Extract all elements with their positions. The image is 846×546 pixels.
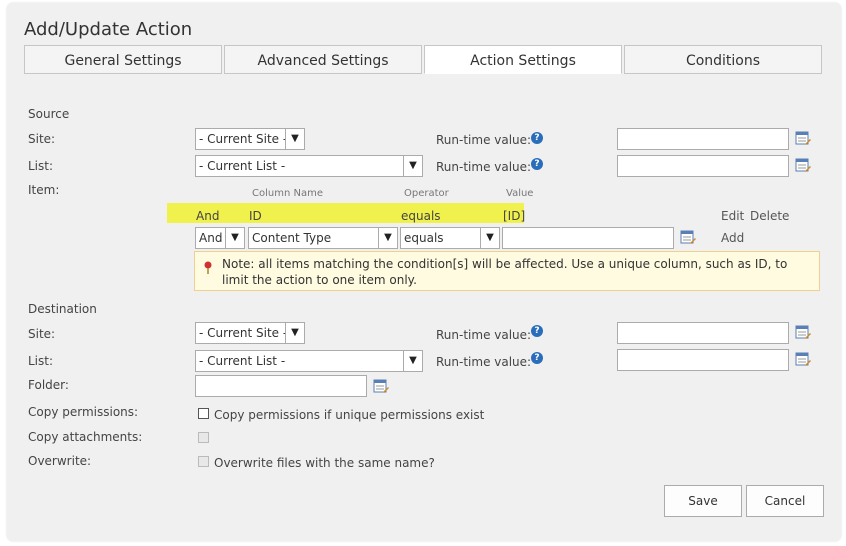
- folder-input[interactable]: [195, 375, 367, 397]
- source-list-runtime-input[interactable]: [617, 155, 789, 177]
- copy-attachments-checkbox[interactable]: [198, 432, 209, 443]
- new-condition-join-select[interactable]: And ▼: [195, 227, 245, 249]
- tab-bar: General Settings Advanced Settings Actio…: [24, 45, 824, 75]
- dialog-title: Add/Update Action: [24, 19, 193, 40]
- destination-heading: Destination: [28, 302, 97, 316]
- cancel-button[interactable]: Cancel: [746, 485, 824, 517]
- tab-general-settings[interactable]: General Settings: [24, 45, 222, 74]
- destination-list-runtime-input[interactable]: [617, 349, 789, 371]
- chevron-down-icon: ▼: [378, 228, 397, 248]
- help-icon[interactable]: ?: [531, 132, 543, 144]
- source-heading: Source: [28, 107, 70, 121]
- source-site-value: - Current Site -: [199, 132, 288, 146]
- condition-value: [ID]: [503, 209, 526, 223]
- source-list-select[interactable]: - Current List - ▼: [195, 155, 423, 177]
- chevron-down-icon: ▼: [403, 156, 422, 176]
- destination-list-select[interactable]: - Current List - ▼: [195, 350, 423, 372]
- operator-header: Operator: [404, 188, 449, 199]
- new-condition-column-value: Content Type: [252, 231, 332, 245]
- lookup-picker-icon[interactable]: [795, 157, 811, 173]
- source-list-value: - Current List -: [199, 159, 286, 173]
- lookup-picker-icon[interactable]: [680, 229, 696, 245]
- lookup-picker-icon[interactable]: [795, 351, 811, 367]
- destination-list-label: List:: [28, 354, 54, 368]
- chevron-down-icon: ▼: [225, 228, 244, 248]
- destination-list-value: - Current List -: [199, 354, 286, 368]
- new-condition-value-input[interactable]: [502, 227, 674, 249]
- source-list-runtime-label: Run-time value:: [436, 160, 532, 174]
- delete-condition-link[interactable]: Delete: [750, 209, 789, 223]
- tab-action-settings[interactable]: Action Settings: [424, 45, 622, 74]
- destination-list-runtime-label: Run-time value:: [436, 355, 532, 369]
- source-site-select[interactable]: - Current Site - ▼: [195, 128, 305, 150]
- new-condition-operator-select[interactable]: equals ▼: [400, 227, 500, 249]
- source-item-label: Item:: [28, 183, 60, 197]
- condition-column: ID: [249, 209, 262, 223]
- lookup-picker-icon[interactable]: [795, 324, 811, 340]
- destination-site-select[interactable]: - Current Site - ▼: [195, 322, 305, 344]
- source-site-runtime-input[interactable]: [617, 128, 789, 150]
- help-icon[interactable]: ?: [531, 158, 543, 170]
- source-site-label: Site:: [28, 132, 56, 146]
- chevron-down-icon: ▼: [403, 351, 422, 371]
- overwrite-text: Overwrite files with the same name?: [214, 456, 435, 470]
- condition-join: And: [196, 209, 220, 223]
- destination-site-runtime-input[interactable]: [617, 322, 789, 344]
- source-site-runtime-label: Run-time value:: [436, 133, 532, 147]
- source-list-label: List:: [28, 159, 54, 173]
- copy-permissions-checkbox[interactable]: [198, 408, 209, 419]
- new-condition-operator-value: equals: [404, 231, 444, 245]
- edit-condition-link[interactable]: Edit: [721, 209, 744, 223]
- tab-conditions[interactable]: Conditions: [624, 45, 822, 74]
- condition-operator: equals: [401, 209, 441, 223]
- destination-site-value: - Current Site -: [199, 326, 288, 340]
- save-button[interactable]: Save: [664, 485, 742, 517]
- chevron-down-icon: ▼: [285, 323, 304, 343]
- pin-icon: [204, 261, 212, 274]
- destination-site-label: Site:: [28, 327, 56, 341]
- copy-permissions-label: Copy permissions:: [28, 405, 139, 419]
- copy-attachments-label: Copy attachments:: [28, 430, 143, 444]
- column-name-header: Column Name: [252, 188, 323, 199]
- new-condition-column-select[interactable]: Content Type ▼: [248, 227, 398, 249]
- lookup-picker-icon[interactable]: [373, 378, 389, 394]
- note-text: Note: all items matching the condition[s…: [222, 257, 788, 287]
- help-icon[interactable]: ?: [531, 325, 543, 337]
- overwrite-label: Overwrite:: [28, 454, 92, 468]
- note-box: Note: all items matching the condition[s…: [194, 251, 820, 291]
- overwrite-checkbox[interactable]: [198, 456, 209, 467]
- new-condition-join-value: And: [199, 231, 223, 245]
- chevron-down-icon: ▼: [480, 228, 499, 248]
- lookup-picker-icon[interactable]: [795, 130, 811, 146]
- condition-row-highlight: [167, 203, 524, 223]
- help-icon[interactable]: ?: [531, 352, 543, 364]
- add-condition-link[interactable]: Add: [721, 231, 744, 245]
- tab-advanced-settings[interactable]: Advanced Settings: [224, 45, 422, 74]
- value-header: Value: [506, 188, 534, 199]
- destination-site-runtime-label: Run-time value:: [436, 328, 532, 342]
- copy-permissions-text: Copy permissions if unique permissions e…: [214, 408, 485, 422]
- chevron-down-icon: ▼: [285, 129, 304, 149]
- folder-label: Folder:: [28, 378, 69, 392]
